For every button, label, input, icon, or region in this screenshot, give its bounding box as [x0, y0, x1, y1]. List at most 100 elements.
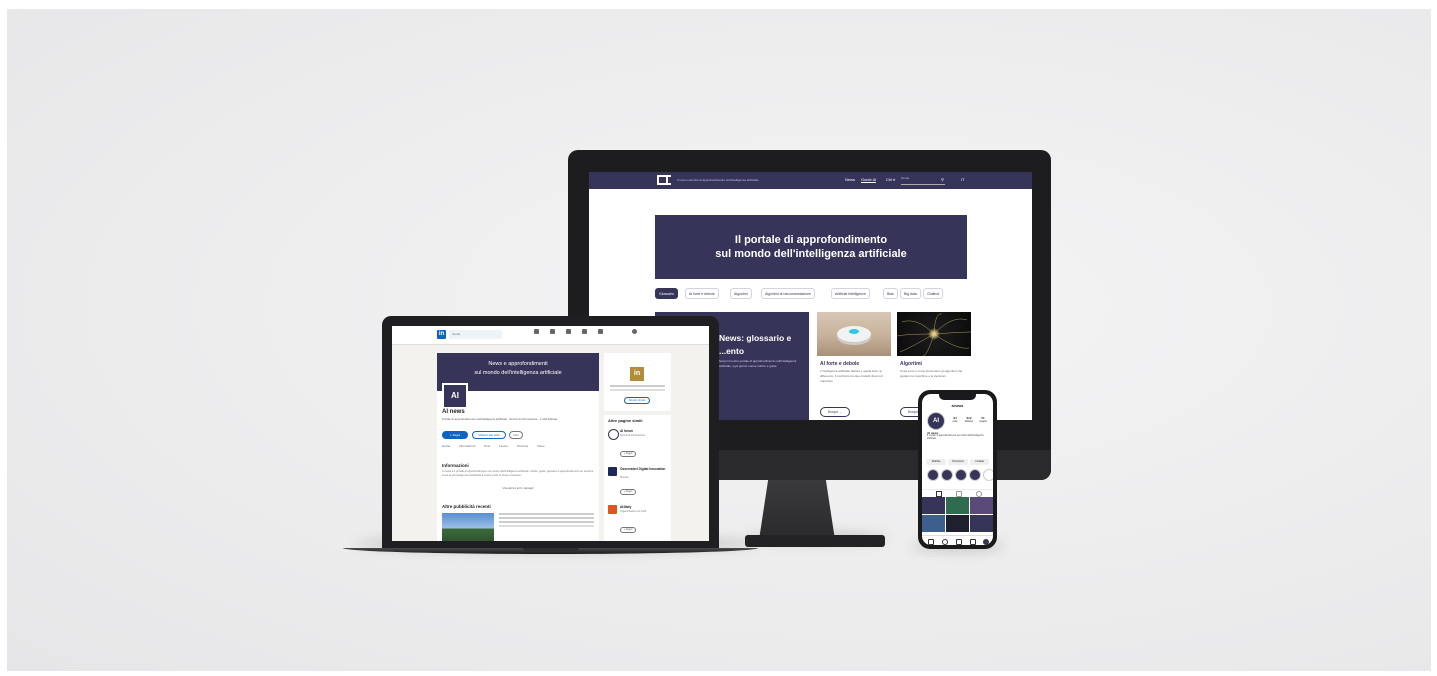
home-icon[interactable] — [928, 539, 934, 545]
company-subtitle: Portale di approfondimento sull'intellig… — [442, 417, 558, 421]
page-name: Osservatori Digital Innovation — [620, 467, 666, 471]
tab-artificial-intelligence[interactable]: Artificial Intelligence — [831, 288, 870, 299]
notifications-icon[interactable] — [598, 329, 603, 334]
profile-icon[interactable] — [983, 539, 989, 545]
tab-home[interactable]: Home — [442, 444, 450, 448]
search-icon[interactable]: ⚲ — [941, 177, 944, 182]
post-thumbnail[interactable] — [946, 515, 969, 532]
discover-button[interactable]: Scopri → — [820, 407, 850, 417]
instagram-username[interactable]: ainews — [922, 404, 993, 408]
follow-button[interactable]: + Segui — [442, 431, 468, 439]
post-grid — [922, 497, 993, 533]
edit-profile-button[interactable]: Modifica — [926, 459, 946, 465]
tab-big-data[interactable]: Big data — [900, 288, 921, 299]
story-highlight[interactable] — [969, 469, 981, 481]
similar-page-item[interactable]: Osservatori Digital Innovation Ricerca +… — [608, 467, 668, 501]
visit-website-button[interactable]: Visita il sito web — [472, 431, 506, 439]
post-thumbnail[interactable] — [970, 497, 993, 514]
article-title: AI forte e debole — [820, 361, 860, 367]
laptop-screen: in Cerca News e approfondimenti sul mond… — [392, 326, 709, 541]
site-logo-icon[interactable] — [657, 175, 671, 185]
messaging-icon[interactable] — [582, 329, 587, 334]
grid-tabs — [922, 489, 993, 497]
mockup-scene: Il nuovo servizio di approfondimento sul… — [7, 9, 1431, 671]
tab-chatbot[interactable]: Chatbot — [923, 288, 944, 299]
promo-text-lines — [610, 385, 665, 387]
profile-avatar-icon[interactable] — [632, 329, 637, 334]
page-follow-button[interactable]: + Segui — [620, 489, 636, 495]
linkedin-badge-icon: in — [630, 367, 644, 381]
about-text: AI news è il portale di approfondimento … — [442, 470, 594, 477]
article-text: Cosa sono e come funzionano gli algoritm… — [900, 369, 963, 378]
show-details-link[interactable]: Visualizza tutti i dettagli — [437, 486, 599, 490]
tab-ai-forte[interactable]: AI forte e debole — [685, 288, 719, 299]
home-icon[interactable] — [534, 329, 539, 334]
linkedin-logo-icon[interactable]: in — [437, 330, 446, 339]
article-card[interactable]: AI forte e debole L'intelligenza artific… — [817, 312, 891, 420]
tab-raccomandazione[interactable]: Algoritmi di raccomandazione — [761, 288, 815, 299]
page-follow-button[interactable]: + Segui — [620, 527, 636, 533]
category-tabs: Glossario AI forte e debole Algoritmi Al… — [655, 288, 975, 300]
page-logo-icon — [608, 467, 617, 476]
story-highlight[interactable] — [983, 469, 993, 481]
similar-pages-title: Altre pagine simili — [608, 418, 643, 423]
stat-followers[interactable]: 612 follower — [963, 416, 975, 424]
smart-speaker-image — [817, 312, 891, 356]
similar-page-item[interactable]: AI forum Servizi di informazione + Segui — [608, 429, 668, 463]
learn-more-button[interactable]: Scopri di più — [624, 397, 650, 404]
about-title: Informazioni — [442, 463, 469, 468]
tab-glossario[interactable]: Glossario — [655, 288, 678, 299]
posts-title: Altre pubblicità recenti — [442, 504, 491, 509]
post-thumbnail[interactable] — [922, 497, 945, 514]
site-search-input[interactable]: Cerca — [901, 176, 945, 185]
tab-videos[interactable]: Video — [537, 444, 545, 448]
tab-algoritmi[interactable]: Algoritmi — [730, 288, 752, 299]
page-logo-icon — [608, 505, 617, 514]
post-thumbnail[interactable] — [946, 497, 969, 514]
tab-bias[interactable]: Bias — [883, 288, 898, 299]
story-highlight[interactable] — [941, 469, 953, 481]
page-logo-icon — [608, 429, 619, 440]
nav-link-about[interactable]: Chi è — [886, 177, 895, 182]
company-avatar[interactable]: AI — [442, 383, 468, 409]
hero-title-line1: Il portale di approfondimento — [734, 234, 888, 246]
language-selector[interactable]: IT — [961, 177, 965, 182]
tab-people[interactable]: Persone — [517, 444, 528, 448]
post-thumbnail[interactable] — [970, 515, 993, 532]
instagram-tabbar — [922, 535, 993, 545]
linkedin-search-input[interactable]: Cerca — [449, 330, 502, 339]
tab-jobs[interactable]: Lavoro — [499, 444, 508, 448]
instagram-avatar[interactable]: AI — [927, 412, 945, 430]
company-name: AI news — [442, 409, 465, 415]
stat-following[interactable]: 51 seguiti — [977, 416, 989, 424]
story-highlight[interactable] — [955, 469, 967, 481]
article-title: Algoritmi — [900, 361, 922, 367]
page-desc: Ricerca — [620, 476, 629, 479]
network-icon[interactable] — [550, 329, 555, 334]
stat-posts[interactable]: 94 post — [949, 416, 961, 424]
sidebar-promo-card: in Scopri di più — [604, 353, 671, 411]
jobs-icon[interactable] — [566, 329, 571, 334]
tab-info[interactable]: Informazioni — [459, 444, 475, 448]
shop-icon[interactable] — [970, 539, 976, 545]
post-video-thumbnail[interactable] — [442, 513, 494, 541]
similar-page-item[interactable]: AI4Italy Organizzazioni no profit + Segu… — [608, 505, 668, 539]
page-name: AI forum — [620, 429, 634, 433]
promotions-button[interactable]: Promozioni — [948, 459, 968, 465]
search-icon[interactable] — [942, 539, 948, 545]
laptop-notch — [523, 548, 579, 551]
nav-link-news[interactable]: News — [845, 177, 855, 182]
tab-posts[interactable]: Post — [484, 444, 490, 448]
page-follow-button[interactable]: + Segui — [620, 451, 636, 457]
contact-button[interactable]: Contatta — [970, 459, 989, 465]
nav-link-guide[interactable]: Guide AI — [861, 177, 877, 183]
imac-foot — [745, 535, 885, 547]
add-post-icon[interactable] — [956, 539, 962, 545]
page-desc: Servizi di informazione — [620, 434, 646, 437]
imac-stand — [759, 480, 835, 540]
banner-line2: sul mondo dell'intelligenza artificiale — [474, 370, 562, 376]
post-thumbnail[interactable] — [922, 515, 945, 532]
story-highlight[interactable] — [927, 469, 939, 481]
more-button[interactable]: Altro — [509, 431, 523, 439]
featured-text: Scopri il nostro portale di approfondime… — [719, 359, 797, 368]
